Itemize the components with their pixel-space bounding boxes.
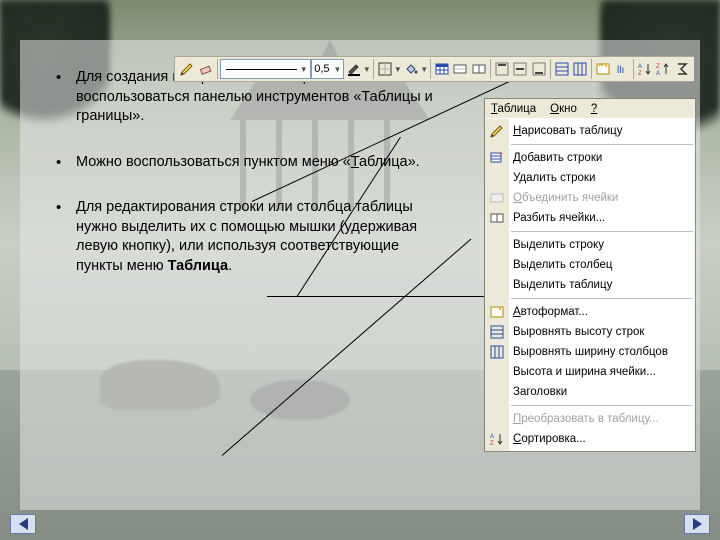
tables-borders-toolbar: ▼ 0,5▼ ▼ ▼ ▼ llı AZ <box>174 56 694 82</box>
split-icon <box>471 61 487 77</box>
pointer-line-3 <box>267 296 492 297</box>
borders-button[interactable] <box>376 58 394 80</box>
split-icon <box>488 210 506 226</box>
sort-icon: AZ <box>488 431 506 447</box>
menu-select-table[interactable]: Выделить таблицу <box>485 275 695 295</box>
sort-asc-button[interactable]: AZ <box>636 58 654 80</box>
menu-delete-rows[interactable]: Удалить строки <box>485 168 695 188</box>
svg-text:Z: Z <box>638 71 642 77</box>
insert-table-button[interactable] <box>433 58 451 80</box>
svg-text:A: A <box>490 434 494 440</box>
border-color-dropdown[interactable]: ▼ <box>363 65 371 74</box>
pencil-icon <box>179 61 195 77</box>
dist-cols-icon <box>572 61 588 77</box>
svg-text:llı: llı <box>617 65 624 76</box>
svg-text:Z: Z <box>656 64 660 70</box>
sort-desc-button[interactable]: ZA <box>654 58 672 80</box>
menu-select-col[interactable]: Выделить столбец <box>485 255 695 275</box>
dist-cols-icon <box>488 344 506 360</box>
menu-sort[interactable]: AZ Сортировка... <box>485 429 695 449</box>
menu-headings[interactable]: Заголовки <box>485 382 695 402</box>
align-middle-button[interactable] <box>511 58 529 80</box>
pencil-icon <box>488 123 506 139</box>
align-top-icon <box>494 61 510 77</box>
autoformat-icon <box>488 304 506 320</box>
menu-distribute-cols[interactable]: Выровнять ширину столбцов <box>485 342 695 362</box>
menu-draw-table[interactable]: Нарисовать таблицу <box>485 121 695 141</box>
text-direction-icon: llı <box>614 61 630 77</box>
triangle-right-icon <box>693 518 702 530</box>
svg-text:A: A <box>656 71 660 77</box>
menu-select-row[interactable]: Выделить строку <box>485 235 695 255</box>
menu-convert: Преобразовать в таблицу... <box>485 409 695 429</box>
autoformat-icon <box>595 61 611 77</box>
merge-icon <box>452 61 468 77</box>
dist-rows-icon <box>554 61 570 77</box>
eraser-button[interactable] <box>196 58 214 80</box>
align-bottom-button[interactable] <box>530 58 548 80</box>
prev-slide-button[interactable] <box>10 514 36 534</box>
svg-text:+: + <box>499 151 503 158</box>
menu-split-cells[interactable]: Разбить ячейки... <box>485 208 695 228</box>
bullet-3: Для редактирования строки или столбца та… <box>54 198 440 276</box>
menubar-help[interactable]: ? <box>591 103 597 115</box>
sort-za-icon: ZA <box>655 61 671 77</box>
shading-color-button[interactable] <box>402 58 420 80</box>
eraser-icon <box>198 61 214 77</box>
menu-insert-rows[interactable]: + Добавить строки <box>485 148 695 168</box>
menu-merge-cells: Объединить ячейки <box>485 188 695 208</box>
menu-distribute-rows[interactable]: Выровнять высоту строк <box>485 322 695 342</box>
menu-cell-hw[interactable]: Высота и ширина ячейки... <box>485 362 695 382</box>
svg-text:Z: Z <box>490 441 494 447</box>
borders-dropdown[interactable]: ▼ <box>394 65 402 74</box>
menu-autoformat[interactable]: Автоформат... <box>485 302 695 322</box>
pen-color-icon <box>346 61 362 77</box>
draw-table-button[interactable] <box>178 58 196 80</box>
menubar-table[interactable]: Таблица <box>491 103 536 115</box>
align-middle-icon <box>512 61 528 77</box>
text-direction-button[interactable]: llı <box>613 58 631 80</box>
distribute-cols-button[interactable] <box>571 58 589 80</box>
merge-cells-button[interactable] <box>451 58 469 80</box>
border-color-button[interactable] <box>344 58 362 80</box>
dist-rows-icon <box>488 324 506 340</box>
align-bottom-icon <box>531 61 547 77</box>
sort-az-icon: AZ <box>637 61 653 77</box>
shading-dropdown[interactable]: ▼ <box>420 65 428 74</box>
table-menu: Нарисовать таблицу + Добавить строки Уда… <box>485 119 695 451</box>
sigma-icon <box>674 61 690 77</box>
table-icon <box>434 61 450 77</box>
align-top-button[interactable] <box>493 58 511 80</box>
svg-text:A: A <box>638 64 642 70</box>
line-style-combo[interactable]: ▼ <box>220 59 311 79</box>
table-menu-popup: Таблица Окно ? Нарисовать таблицу + Доба… <box>484 98 696 452</box>
autosum-button[interactable] <box>673 58 691 80</box>
menubar-window[interactable]: Окно <box>550 103 577 115</box>
triangle-left-icon <box>19 518 28 530</box>
distribute-rows-button[interactable] <box>553 58 571 80</box>
insert-rows-icon: + <box>488 150 506 166</box>
menu-bar: Таблица Окно ? <box>485 99 695 119</box>
line-weight-combo[interactable]: 0,5▼ <box>311 59 345 79</box>
autoformat-button[interactable] <box>594 58 612 80</box>
next-slide-button[interactable] <box>684 514 710 534</box>
split-cells-button[interactable] <box>470 58 488 80</box>
merge-icon <box>488 190 506 206</box>
bucket-icon <box>403 61 419 77</box>
border-grid-icon <box>377 61 393 77</box>
